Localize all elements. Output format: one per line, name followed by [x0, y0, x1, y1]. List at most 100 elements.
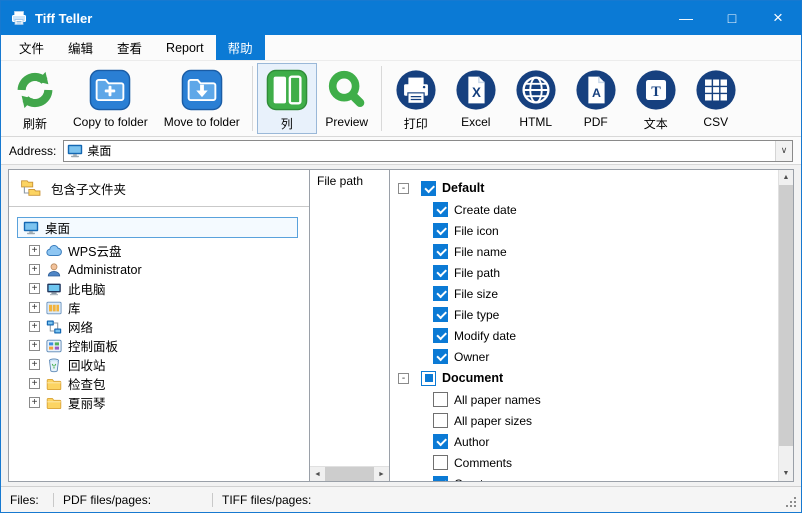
- expand-icon[interactable]: +: [29, 245, 40, 256]
- column-group-default[interactable]: -Default: [398, 177, 778, 199]
- column-item-label: File name: [454, 245, 507, 259]
- desktop-icon: [23, 220, 39, 236]
- tree-item-network-5[interactable]: +网络: [17, 317, 303, 336]
- horizontal-scrollbar[interactable]: ◄ ►: [310, 466, 389, 481]
- vscrollbar-thumb[interactable]: [779, 185, 793, 446]
- tree-item-desktop-0[interactable]: 桌面: [17, 217, 298, 238]
- column-item-file-path[interactable]: File path: [398, 262, 778, 283]
- checkbox-file-icon[interactable]: [433, 223, 448, 238]
- address-combobox[interactable]: 桌面 ∨: [63, 140, 793, 162]
- column-item-file-name[interactable]: File name: [398, 241, 778, 262]
- checkbox-modify-date[interactable]: [433, 328, 448, 343]
- address-dropdown-button[interactable]: ∨: [775, 141, 792, 161]
- tree-item-computer-3[interactable]: +此电脑: [17, 279, 303, 298]
- expand-icon[interactable]: +: [29, 321, 40, 332]
- toolbar-button-preview[interactable]: Preview: [317, 63, 377, 134]
- scroll-down-icon[interactable]: ▼: [779, 466, 793, 481]
- column-item-label: All paper sizes: [454, 414, 532, 428]
- column-item-file-size[interactable]: File size: [398, 283, 778, 304]
- chevron-down-icon: ∨: [781, 145, 788, 156]
- toolbar-button-move-to-folder[interactable]: Move to folder: [156, 63, 248, 134]
- toolbar-button-csv[interactable]: CSV: [686, 63, 746, 134]
- scroll-left-icon[interactable]: ◄: [310, 467, 325, 481]
- maximize-button[interactable]: □: [709, 1, 755, 35]
- column-group-document[interactable]: -Document: [398, 367, 778, 389]
- collapse-icon[interactable]: -: [398, 373, 409, 384]
- checkbox-document[interactable]: [421, 371, 436, 386]
- column-item-owner[interactable]: Owner: [398, 346, 778, 367]
- checkbox-all-paper-names[interactable]: [433, 392, 448, 407]
- columns-panel: -DefaultCreate dateFile icon File name Fil…: [390, 169, 794, 482]
- menu-item-report[interactable]: Report: [154, 35, 216, 60]
- scroll-right-icon[interactable]: ►: [374, 467, 389, 481]
- scroll-up-icon[interactable]: ▲: [779, 170, 793, 185]
- expand-icon[interactable]: +: [29, 283, 40, 294]
- tree-item-folder-8[interactable]: +检查包: [17, 374, 303, 393]
- column-item-file-icon[interactable]: File icon: [398, 220, 778, 241]
- column-item-file-type[interactable]: File type: [398, 304, 778, 325]
- column-item-author[interactable]: Author: [398, 431, 778, 452]
- main-area: 包含子文件夹 桌面+WPS云盘+Administrator+此电脑+库+网络+控…: [1, 165, 801, 486]
- expand-icon[interactable]: +: [29, 264, 40, 275]
- toolbar-button-html[interactable]: HTML: [506, 63, 566, 134]
- menu-item-edit[interactable]: 编辑: [56, 35, 105, 60]
- tree-item-recycle-bin-7[interactable]: +回收站: [17, 355, 303, 374]
- expand-icon[interactable]: +: [29, 397, 40, 408]
- resize-grip[interactable]: [794, 505, 796, 507]
- toolbar-button-columns[interactable]: 列: [257, 63, 317, 134]
- menu-item-view[interactable]: 查看: [105, 35, 154, 60]
- print-icon: [394, 68, 438, 112]
- checkbox-create-date[interactable]: [433, 202, 448, 217]
- column-item-modify-date[interactable]: Modify date: [398, 325, 778, 346]
- column-item-all-paper-names[interactable]: All paper names: [398, 389, 778, 410]
- toolbar-button-copy-to-folder[interactable]: Copy to folder: [65, 63, 156, 134]
- minimize-button[interactable]: —: [663, 1, 709, 35]
- folder-icon: [46, 376, 62, 392]
- menu-item-file[interactable]: 文件: [7, 35, 56, 60]
- expand-icon[interactable]: +: [29, 359, 40, 370]
- checkbox-owner[interactable]: [433, 349, 448, 364]
- tree-item-label: 控制面板: [68, 336, 118, 355]
- column-item-create-date[interactable]: Create date: [398, 199, 778, 220]
- checkbox-file-size[interactable]: [433, 286, 448, 301]
- menu-item-help[interactable]: 帮助: [216, 35, 265, 60]
- svg-text:X: X: [472, 85, 481, 100]
- toolbar-button-refresh[interactable]: 刷新: [5, 63, 65, 134]
- include-subfolders-toggle[interactable]: 包含子文件夹: [9, 170, 309, 207]
- column-item-label: All paper names: [454, 393, 541, 407]
- expand-icon[interactable]: +: [29, 302, 40, 313]
- tree-item-user-2[interactable]: + Administrator: [17, 260, 303, 279]
- checkbox-all-paper-sizes[interactable]: [433, 413, 448, 428]
- collapse-icon[interactable]: -: [398, 183, 409, 194]
- column-item-label: Comments: [454, 456, 512, 470]
- tree-item-label: Administrator: [68, 263, 142, 277]
- toolbar-button-text[interactable]: T文本: [626, 63, 686, 134]
- checkbox-default[interactable]: [421, 181, 436, 196]
- column-item-all-paper-sizes[interactable]: All paper sizes: [398, 410, 778, 431]
- column-item-comments[interactable]: Comments: [398, 452, 778, 473]
- checkbox-comments[interactable]: [433, 455, 448, 470]
- vertical-scrollbar[interactable]: ▲ ▼: [778, 170, 793, 481]
- toolbar-button-excel[interactable]: XExcel: [446, 63, 506, 134]
- expand-icon[interactable]: +: [29, 340, 40, 351]
- close-button[interactable]: ×: [755, 1, 801, 35]
- checkbox-file-type[interactable]: [433, 307, 448, 322]
- toolbar-button-pdf[interactable]: APDF: [566, 63, 626, 134]
- statusbar: Files: PDF files/pages: TIFF files/pages…: [1, 486, 801, 512]
- computer-icon: [46, 281, 62, 297]
- toolbar-button-print[interactable]: 打印: [386, 63, 446, 134]
- hscrollbar-thumb[interactable]: [325, 467, 374, 481]
- tree-item-control-panel-6[interactable]: + 控制面板: [17, 336, 303, 355]
- toolbar-button-label: 打印: [404, 115, 428, 132]
- tree-item-wps-cloud-1[interactable]: +WPS云盘: [17, 241, 303, 260]
- checkbox-file-path[interactable]: [433, 265, 448, 280]
- tree-item-library-4[interactable]: +库: [17, 298, 303, 317]
- checkbox-file-name[interactable]: [433, 244, 448, 259]
- file-path-column-header[interactable]: File path: [310, 170, 389, 191]
- tree-item-folder-9[interactable]: +夏丽琴: [17, 393, 303, 412]
- column-item-creator[interactable]: Creator: [398, 473, 778, 481]
- expand-icon[interactable]: +: [29, 378, 40, 389]
- checkbox-creator[interactable]: [433, 476, 448, 481]
- checkbox-author[interactable]: [433, 434, 448, 449]
- vscrollbar-track[interactable]: [779, 185, 793, 466]
